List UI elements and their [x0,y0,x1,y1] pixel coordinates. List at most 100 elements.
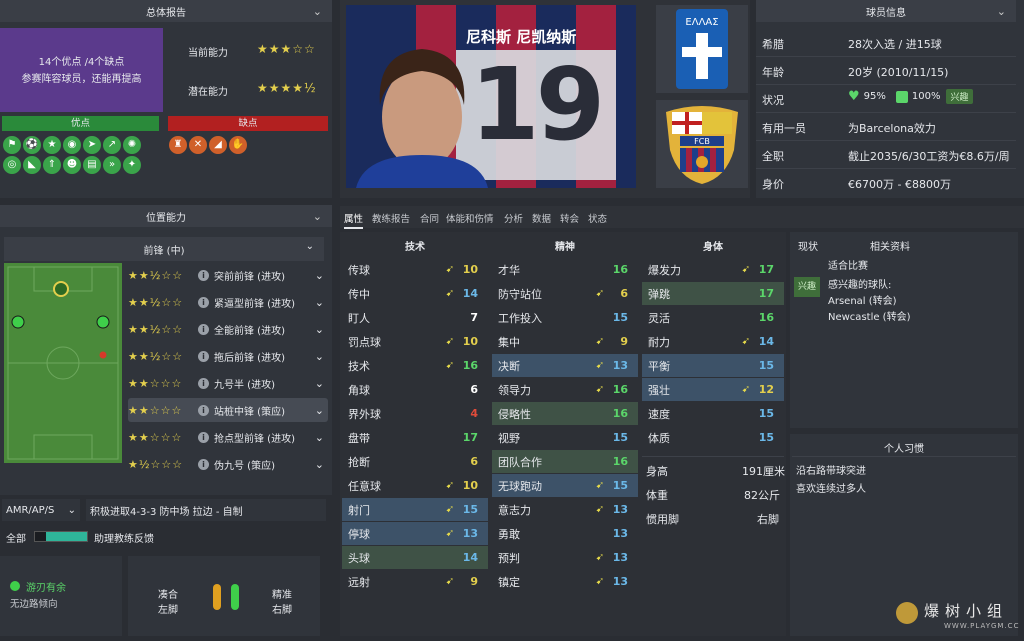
position-selector[interactable]: 前锋 (中) ⌄ [4,237,324,261]
tech-attr-row[interactable]: 界外球 4 [342,402,488,425]
phys-attr-row[interactable]: 强壮 ➹ 12 [642,378,784,401]
role-row[interactable]: ★★½☆☆ i 紧逼型前锋 (进攻) ⌄ [128,290,328,314]
chevron-down-icon[interactable]: ⌄ [315,458,328,471]
target-icon[interactable]: ◎ [3,156,21,174]
chevron-down-icon[interactable]: ⌄ [315,377,328,390]
role-row[interactable]: ★★½☆☆ i 全能前锋 (进攻) ⌄ [128,317,328,341]
phys-attr-row[interactable]: 平衡 15 [642,354,784,377]
corner-icon[interactable]: ◢ [209,136,227,154]
chevron-down-icon[interactable]: ⌄ [315,296,328,309]
related-line4[interactable]: Newcastle (转会) [828,308,910,323]
phys-attr-row[interactable]: 速度 15 [642,402,784,425]
phys-attr-row[interactable]: 耐力 ➹ 14 [642,330,784,353]
chevron-down-icon[interactable]: ⌄ [313,210,322,223]
tab-coach-report[interactable]: 教练报告 [372,211,410,225]
mental-attr-row[interactable]: 才华 16 [492,258,638,281]
tab-contract[interactable]: 合同 [420,211,439,225]
mental-attr-row[interactable]: 决断 ➹ 13 [492,354,638,377]
info-icon[interactable]: i [198,323,209,335]
tech-attr-row[interactable]: 角球 6 [342,378,488,401]
info-icon[interactable]: i [198,350,209,362]
related-line3[interactable]: Arsenal (转会) [828,292,897,307]
role-row[interactable]: ★★½☆☆ i 突前前锋 (进攻) ⌄ [128,263,328,287]
tab-attributes[interactable]: 属性 [344,211,364,229]
phys-attr-row[interactable]: 弹跳 17 [642,282,784,305]
tech-attr-row[interactable]: 传中 ➹ 14 [342,282,488,305]
tech-attr-row[interactable]: 盯人 7 [342,306,488,329]
tech-attr-row[interactable]: 抢断 6 [342,450,488,473]
mental-attr-row[interactable]: 镇定 ➹ 13 [492,570,638,593]
tech-attr-row[interactable]: 射门 ➹ 15 [342,498,488,521]
info-icon[interactable]: i [198,431,209,443]
mental-attr-row[interactable]: 视野 15 [492,426,638,449]
chevron-down-icon[interactable]: ⌄ [313,5,322,18]
star-icon[interactable]: ★ [43,136,61,154]
tech-attr-row[interactable]: 停球 ➹ 13 [342,522,488,545]
tech-attr-row[interactable]: 传球 ➹ 10 [342,258,488,281]
assistant-feedback[interactable]: 助理教练反馈 [94,530,154,545]
boot-icon[interactable]: ◣ [23,156,41,174]
flag-icon[interactable]: ⚑ [3,136,21,154]
dribble-icon[interactable]: ⚽ [23,136,41,154]
info-icon[interactable]: i [198,404,209,416]
strength-icon[interactable]: ✦ [123,156,141,174]
info-icon[interactable]: i [198,269,209,281]
chevron-down-icon[interactable]: ⌄ [315,404,328,417]
jump-icon[interactable]: ⇑ [43,156,61,174]
chart-up-icon[interactable]: ↗ [103,136,121,154]
mental-attr-row[interactable]: 团队合作 16 [492,450,638,473]
role-row[interactable]: ★½☆☆☆ i 伪九号 (策应) ⌄ [128,452,328,476]
tab-analysis[interactable]: 分析 [504,211,523,225]
nation-flag[interactable]: ΕΛΛΑΣ [656,5,748,93]
tab-status[interactable]: 状态 [588,211,607,225]
clipboard-icon[interactable]: ▤ [83,156,101,174]
tech-attr-row[interactable]: 技术 ➹ 16 [342,354,488,377]
mental-attr-row[interactable]: 预判 ➹ 13 [492,546,638,569]
mental-attr-row[interactable]: 意志力 ➹ 13 [492,498,638,521]
speed-icon[interactable]: » [103,156,121,174]
positions-header[interactable]: 位置能力 ⌄ [0,205,332,227]
tab-fitness[interactable]: 体能和伤情 [446,211,494,225]
tackle-icon[interactable]: ✕ [189,136,207,154]
throw-icon[interactable]: ✋ [229,136,247,154]
mental-attr-row[interactable]: 无球跑动 ➹ 15 [492,474,638,497]
info-icon[interactable]: i [198,377,209,389]
chevron-down-icon[interactable]: ⌄ [315,269,328,282]
run-icon[interactable]: ➤ [83,136,101,154]
role-row[interactable]: ★★☆☆☆ i 抢点型前锋 (进攻) ⌄ [128,425,328,449]
phys-attr-row[interactable]: 爆发力 ➹ 17 [642,258,784,281]
player-info-header[interactable]: 球员信息 ⌄ [756,0,1016,22]
info-icon[interactable]: i [198,296,209,308]
club-badge[interactable]: FCB [656,100,748,188]
role-row-selected[interactable]: ★★☆☆☆ i 站桩中锋 (策应) ⌄ [128,398,328,422]
tech-attr-row[interactable]: 任意球 ➹ 10 [342,474,488,497]
mental-attr-row[interactable]: 集中 ➹ 9 [492,330,638,353]
interest-badge[interactable]: 兴趣 [946,89,973,104]
tech-attr-row[interactable]: 远射 ➹ 9 [342,570,488,593]
brain-icon[interactable]: ✺ [123,136,141,154]
team-icon[interactable]: ☻ [63,156,81,174]
mental-attr-row[interactable]: 防守站位 ➹ 6 [492,282,638,305]
role-code-select[interactable]: AMR/AP/S ⌄ [2,499,80,521]
mental-attr-row[interactable]: 侵略性 16 [492,402,638,425]
phys-attr-row[interactable]: 灵活 16 [642,306,784,329]
role-row[interactable]: ★★☆☆☆ i 九号半 (进攻) ⌄ [128,371,328,395]
mental-attr-row[interactable]: 领导力 ➹ 16 [492,378,638,401]
tab-stats[interactable]: 数据 [532,211,551,225]
tab-transfer[interactable]: 转会 [560,211,579,225]
info-icon[interactable]: i [198,458,209,470]
info-value-club[interactable]: 为Barcelona效力 [848,120,936,136]
tech-attr-row[interactable]: 盘带 17 [342,426,488,449]
mental-attr-row[interactable]: 勇敢 13 [492,522,638,545]
phys-attr-row[interactable]: 体质 15 [642,426,784,449]
chevron-down-icon[interactable]: ⌄ [315,431,328,444]
head-icon[interactable]: ◉ [63,136,81,154]
mental-attr-row[interactable]: 工作投入 15 [492,306,638,329]
chevron-down-icon[interactable]: ⌄ [315,323,328,336]
chevron-down-icon[interactable]: ⌄ [997,5,1006,18]
tech-attr-row[interactable]: 罚点球 ➹ 10 [342,330,488,353]
role-row[interactable]: ★★½☆☆ i 拖后前锋 (进攻) ⌄ [128,344,328,368]
overview-header[interactable]: 总体报告 ⌄ [0,0,332,22]
trophy-icon[interactable]: ♜ [169,136,187,154]
tactic-select[interactable]: 积极进取4-3-3 防中场 拉边 - 自制 [86,499,326,521]
